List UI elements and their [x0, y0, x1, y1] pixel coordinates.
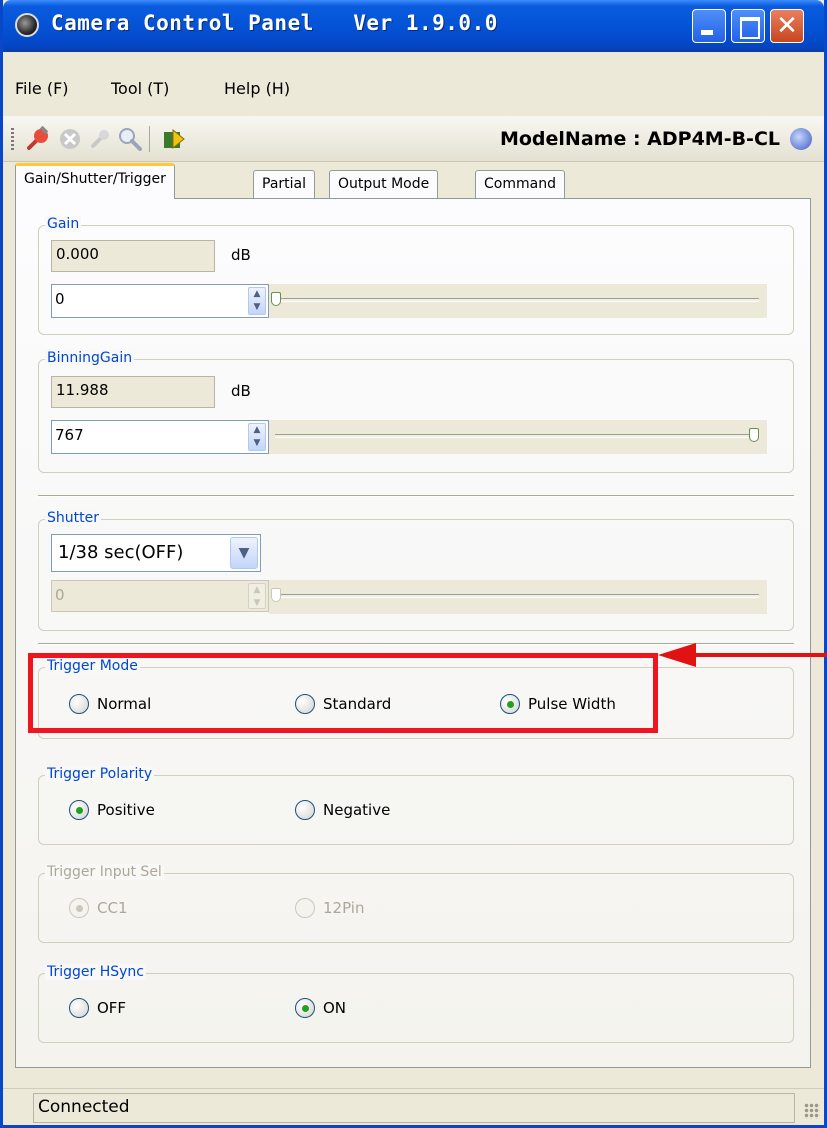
radio-label: Negative — [323, 801, 391, 819]
disconnect-icon[interactable] — [57, 126, 83, 152]
shutter-slider — [269, 580, 767, 614]
radio-circle[interactable] — [69, 998, 89, 1018]
annotation-arrow-line — [695, 653, 827, 657]
radio-circle — [295, 898, 315, 918]
gain-group: Gain 0.000 dB 0 ▲ ▼ — [38, 216, 794, 335]
binning-gain-readout: 11.988 — [51, 376, 215, 408]
camera-app-icon — [15, 13, 39, 37]
radio-label: CC1 — [97, 899, 128, 917]
radio-circle[interactable] — [69, 800, 89, 820]
gain-slider-track — [275, 298, 759, 302]
radio-circle — [69, 898, 89, 918]
gain-spin-value: 0 — [55, 290, 65, 308]
shutter-select-value: 1/38 sec(OFF) — [58, 542, 184, 563]
toolbar-grip[interactable] — [11, 128, 14, 150]
trigger-hsync-group: Trigger HSync OFF ON — [38, 964, 794, 1043]
shutter-spinbox: 0 ▲ ▼ — [51, 580, 269, 612]
gain-slider-thumb[interactable] — [271, 292, 281, 306]
spin-arrows-icon[interactable]: ▲ ▼ — [248, 287, 266, 315]
radio-label: Positive — [97, 801, 155, 819]
menu-file[interactable]: File (F) — [15, 79, 69, 98]
section-divider — [38, 495, 794, 497]
binning-gain-slider[interactable] — [269, 420, 767, 454]
radio-label: ON — [323, 999, 347, 1017]
trigger-hsync-off-radio[interactable]: OFF — [69, 998, 126, 1018]
resize-grip-icon[interactable] — [804, 1103, 820, 1119]
status-text: Connected — [33, 1093, 795, 1123]
shutter-spin-value: 0 — [55, 586, 65, 604]
trigger-input-sel-group-title: Trigger Input Sel — [45, 864, 164, 880]
trigger-polarity-group: Trigger Polarity Positive Negative — [38, 766, 794, 845]
binning-gain-unit: dB — [231, 382, 251, 400]
connect-icon[interactable] — [25, 126, 51, 152]
radio-label: 12Pin — [323, 899, 365, 917]
radio-label: OFF — [97, 999, 127, 1017]
shutter-select[interactable]: 1/38 sec(OFF) ▼ — [51, 534, 261, 572]
radio-circle[interactable] — [295, 800, 315, 820]
chevron-down-icon[interactable]: ▼ — [230, 537, 258, 569]
trigger-hsync-group-title: Trigger HSync — [45, 964, 147, 980]
trigger-input-sel-group: Trigger Input Sel CC1 12Pin — [38, 864, 794, 943]
shutter-group: Shutter 1/38 sec(OFF) ▼ 0 ▲ ▼ — [38, 510, 794, 631]
minimize-button[interactable] — [692, 9, 726, 43]
trigger-input-12pin-radio: 12Pin — [295, 898, 364, 918]
spin-arrows-icon[interactable]: ▲ ▼ — [248, 423, 266, 451]
maximize-button[interactable] — [731, 9, 765, 43]
binning-gain-slider-track — [275, 434, 759, 438]
annotation-highlight-box — [28, 653, 658, 733]
binning-gain-spin-value: 767 — [55, 426, 84, 444]
window-title: Camera Control Panel Ver 1.9.0.0 — [51, 11, 498, 35]
menu-tool[interactable]: Tool (T) — [111, 79, 169, 98]
zoom-icon[interactable] — [117, 126, 143, 152]
gain-group-title: Gain — [45, 216, 82, 232]
annotation-arrow-icon — [658, 643, 696, 667]
gain-spinbox[interactable]: 0 ▲ ▼ — [51, 284, 269, 318]
binning-gain-slider-thumb[interactable] — [749, 428, 759, 442]
close-button[interactable]: ✕ — [770, 9, 804, 43]
gain-unit: dB — [231, 246, 251, 264]
tab-command[interactable]: Command — [475, 170, 565, 198]
tab-partial[interactable]: Partial — [253, 170, 315, 198]
toolbar-separator — [149, 126, 150, 152]
model-info-icon[interactable] — [790, 128, 812, 150]
toolbar: ModelName : ADP4M-B-CL — [3, 116, 824, 162]
binning-gain-group: BinningGain 11.988 dB 767 ▲ ▼ — [38, 350, 794, 473]
trigger-input-cc1-radio: CC1 — [69, 898, 128, 918]
spin-arrows-icon: ▲ ▼ — [248, 583, 266, 609]
binning-gain-spinbox[interactable]: 767 ▲ ▼ — [51, 420, 269, 454]
tab-panel: Gain 0.000 dB 0 ▲ ▼ BinningGain 11.988 dB… — [15, 198, 811, 1068]
trigger-hsync-on-radio[interactable]: ON — [295, 998, 346, 1018]
search-device-icon[interactable] — [87, 126, 113, 152]
tab-output-mode[interactable]: Output Mode — [329, 170, 439, 198]
shutter-slider-thumb — [271, 588, 281, 602]
main-window: Camera Control Panel Ver 1.9.0.0 ✕ File … — [0, 0, 827, 1128]
run-icon[interactable] — [161, 126, 187, 152]
trigger-polarity-negative-radio[interactable]: Negative — [295, 800, 390, 820]
trigger-polarity-positive-radio[interactable]: Positive — [69, 800, 155, 820]
gain-readout: 0.000 — [51, 240, 215, 272]
status-bar: Connected — [3, 1088, 824, 1125]
trigger-polarity-group-title: Trigger Polarity — [45, 766, 155, 782]
gain-slider[interactable] — [269, 284, 767, 318]
menu-bar: File (F) Tool (T) Help (H) — [3, 52, 824, 116]
title-bar[interactable]: Camera Control Panel Ver 1.9.0.0 ✕ — [3, 0, 824, 52]
menu-help[interactable]: Help (H) — [224, 79, 290, 98]
shutter-group-title: Shutter — [45, 510, 101, 526]
shutter-slider-track — [275, 594, 759, 598]
binning-gain-group-title: BinningGain — [45, 350, 135, 366]
radio-circle[interactable] — [295, 998, 315, 1018]
tab-gain-shutter-trigger[interactable]: Gain/Shutter/Trigger — [15, 163, 175, 199]
close-icon: ✕ — [776, 11, 798, 41]
model-name-label: ModelName : ADP4M-B-CL — [499, 128, 780, 150]
